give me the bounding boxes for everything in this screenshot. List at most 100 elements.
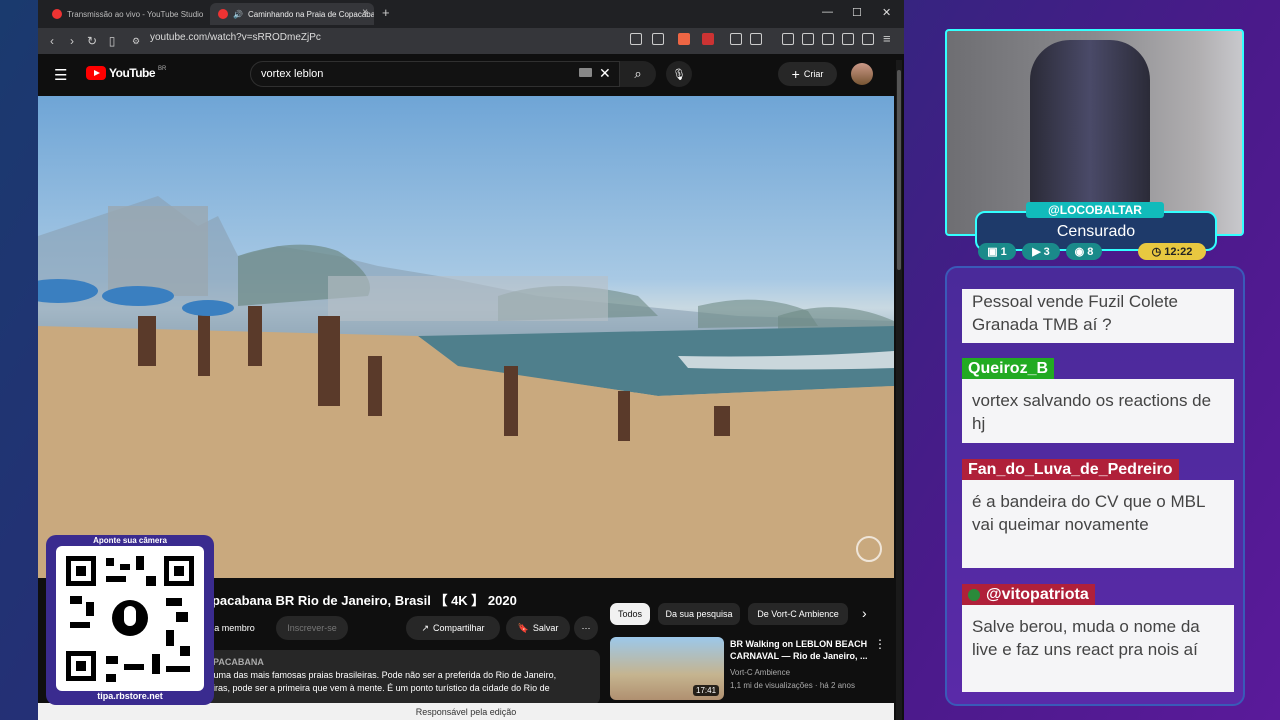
- stat-time: ◷ 12:22: [1138, 243, 1206, 260]
- chat-message: Salve berou, muda o nome da live e faz u…: [962, 605, 1234, 692]
- screenshot-icon[interactable]: [750, 33, 762, 45]
- youtube-wordmark: YouTube: [109, 66, 156, 80]
- sidebar-icon[interactable]: [802, 33, 814, 45]
- youtube-studio-icon: [52, 9, 62, 19]
- maximize-button[interactable]: ☐: [852, 6, 862, 19]
- stat-youtube: ▶ 3: [1022, 243, 1060, 260]
- video-duration: 17:41: [693, 685, 720, 696]
- chip-vort-c[interactable]: De Vort-C Ambience: [748, 603, 848, 625]
- qr-caption: Aponte sua câmera: [93, 536, 167, 545]
- minimize-button[interactable]: —: [822, 6, 833, 18]
- voice-search-button[interactable]: 🎙: [666, 61, 692, 87]
- viewers-icon: ◉: [1074, 246, 1085, 258]
- url-text[interactable]: youtube.com/watch?v=sRRODmeZjPc: [150, 32, 321, 43]
- close-tab-icon[interactable]: ×: [362, 7, 368, 18]
- scrollbar-thumb[interactable]: [897, 70, 901, 270]
- new-tab-button[interactable]: +: [382, 5, 390, 20]
- reload-icon[interactable]: ↻: [82, 34, 102, 48]
- youtube-logo[interactable]: YouTube BR: [86, 66, 166, 80]
- channel-watermark-icon[interactable]: [856, 536, 882, 562]
- back-icon[interactable]: ‹: [42, 34, 62, 48]
- chat-message: é a bandeira do CV que o MBL vai queimar…: [962, 480, 1234, 568]
- tab-label: Transmissão ao vivo - YouTube Studio: [67, 9, 204, 19]
- more-actions-button[interactable]: ⋯: [574, 616, 598, 640]
- vpn-icon[interactable]: [862, 33, 874, 45]
- stream-title: Censurado: [1056, 223, 1136, 240]
- stat-viewers-value: 8: [1087, 245, 1094, 258]
- qr-pattern: [66, 556, 194, 682]
- create-label: Criar: [803, 69, 824, 79]
- badge-icon: [968, 589, 980, 601]
- share-icon: ↗: [421, 622, 429, 633]
- share-label: Compartilhar: [433, 623, 485, 633]
- stat-chat: ▣ 1: [978, 243, 1016, 260]
- forward-icon[interactable]: ›: [62, 34, 82, 48]
- bookmark-icon[interactable]: ▯: [102, 34, 122, 48]
- rewards-icon[interactable]: [702, 33, 714, 45]
- search-value: vortex leblon: [261, 68, 324, 80]
- chip-da-sua-pesquisa[interactable]: Da sua pesquisa: [658, 603, 740, 625]
- brave-shield-icon[interactable]: [678, 33, 690, 45]
- description-line: a uma das mais famosas praias brasileira…: [206, 670, 557, 680]
- leo-icon[interactable]: [842, 33, 854, 45]
- subscribe-button[interactable]: Inscrever-se: [276, 616, 348, 640]
- youtube-stat-icon: ▶: [1032, 246, 1041, 258]
- qr-url: tipa.rbstore.net: [97, 691, 163, 701]
- create-button[interactable]: + Criar: [778, 62, 837, 86]
- more-options-icon[interactable]: ⋮: [874, 637, 886, 651]
- webcam-chair: [1030, 40, 1150, 220]
- search-button[interactable]: ⌕: [620, 61, 656, 87]
- description-channel: OPACABANA: [206, 657, 264, 667]
- subscribe-label: Inscrever-se: [287, 623, 337, 633]
- video-player[interactable]: [38, 96, 894, 578]
- plus-icon: +: [791, 66, 800, 82]
- clock-icon: ◷: [1151, 246, 1162, 258]
- search-icon: ⌕: [634, 66, 642, 81]
- audio-icon: 🔊: [233, 9, 243, 19]
- video-title: opacabana BR Rio de Janeiro, Brasil 【 4K…: [204, 593, 517, 608]
- chat-message: vortex salvando os reactions de hj: [962, 379, 1234, 443]
- media-icon[interactable]: [782, 33, 794, 45]
- menu-icon[interactable]: ≡: [883, 31, 891, 46]
- video-frame: [38, 196, 894, 578]
- tab-copacabana[interactable]: 🔊 Caminhando na Praia de Copacabana ×: [210, 3, 374, 25]
- footer-bar: Responsável pela edição: [38, 703, 894, 720]
- keyboard-icon[interactable]: [579, 68, 592, 77]
- chat-message: Pessoal vende Fuzil Colete Granada TMB a…: [962, 289, 1234, 343]
- tab-youtube-studio[interactable]: Transmissão ao vivo - YouTube Studio: [44, 3, 208, 25]
- mic-icon: 🎙: [672, 68, 686, 81]
- youtube-icon: [218, 9, 228, 19]
- country-code: BR: [158, 66, 167, 72]
- clear-search-icon[interactable]: ✕: [599, 65, 611, 82]
- avatar[interactable]: [851, 63, 873, 85]
- extensions-icon[interactable]: [730, 33, 742, 45]
- chip-todos[interactable]: Todos: [610, 603, 650, 625]
- wallet-icon[interactable]: [822, 33, 834, 45]
- chat-username: Queiroz_B: [962, 358, 1055, 379]
- save-icon: 🔖: [517, 622, 529, 633]
- share-button[interactable]: ↗ Compartilhar: [406, 616, 500, 640]
- more-icon: ⋯: [581, 622, 591, 633]
- tab-label: Caminhando na Praia de Copacabana: [247, 9, 374, 19]
- chevron-right-icon[interactable]: ›: [862, 605, 867, 621]
- stat-time-value: 12:22: [1164, 245, 1193, 258]
- youtube-play-icon: [86, 66, 106, 80]
- description-box[interactable]: OPACABANA a uma das mais famosas praias …: [198, 650, 600, 705]
- chat-username: Fan_do_Luva_de_Pedreiro: [962, 459, 1179, 480]
- guide-menu-icon[interactable]: ☰: [54, 66, 67, 84]
- stat-chat-value: 1: [1000, 245, 1007, 258]
- join-label: eja membro: [207, 623, 255, 633]
- save-button[interactable]: 🔖 Salvar: [506, 616, 570, 640]
- close-button[interactable]: ✕: [882, 6, 891, 19]
- recommended-channel[interactable]: Vort-C Ambience: [730, 666, 855, 679]
- site-info-icon[interactable]: ⚙: [126, 36, 146, 47]
- recommended-title[interactable]: BR Walking on LEBLON BEACH CARNAVAL — Ri…: [730, 638, 870, 662]
- chat-username: @vitopatriota: [962, 584, 1095, 605]
- recommended-stats: 1,1 mi de visualizações · há 2 anos: [730, 681, 855, 690]
- recommended-meta: Vort-C Ambience 1,1 mi de visualizações …: [730, 666, 855, 692]
- share-page-icon[interactable]: [652, 33, 664, 45]
- search-input[interactable]: vortex leblon ✕: [250, 61, 620, 87]
- cast-icon[interactable]: [630, 33, 642, 45]
- chat-icon: ▣: [987, 246, 998, 258]
- qr-code: [56, 546, 204, 691]
